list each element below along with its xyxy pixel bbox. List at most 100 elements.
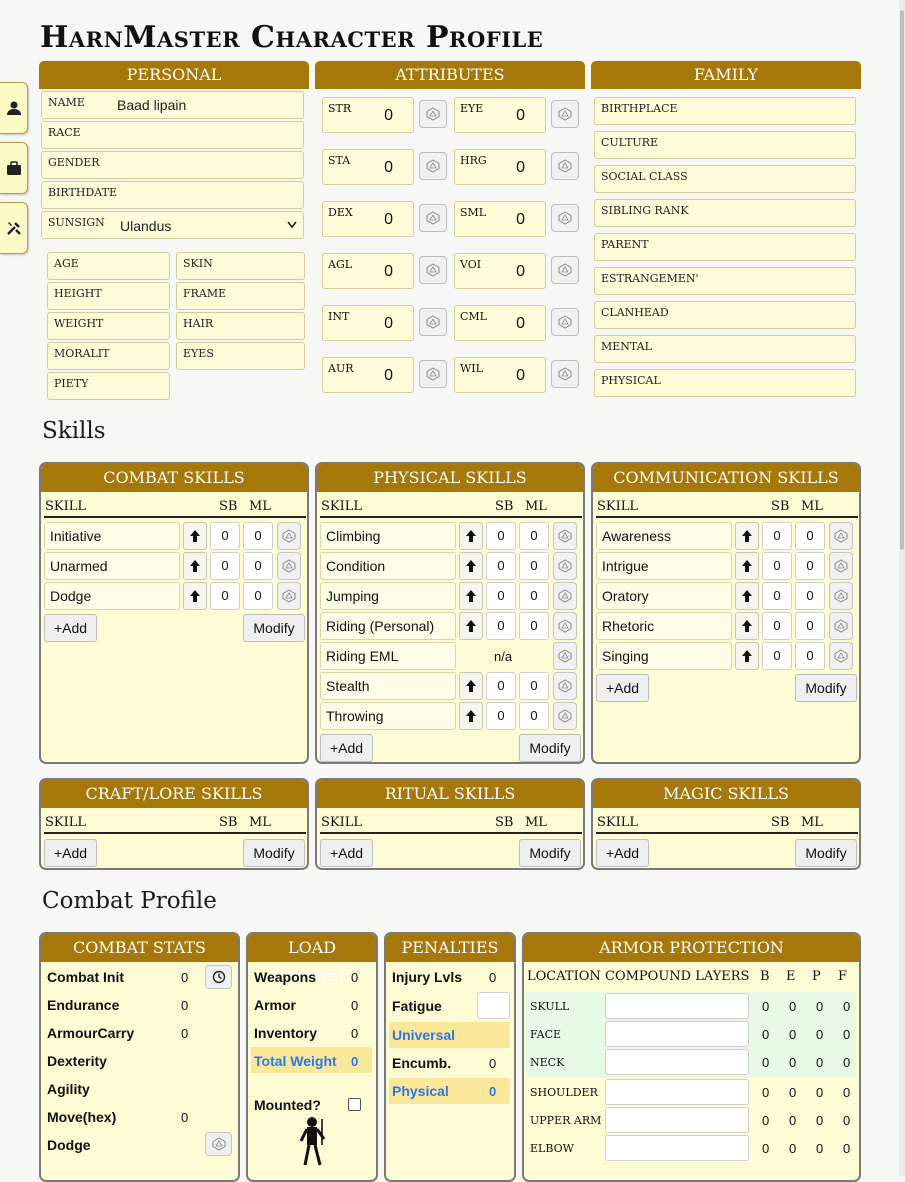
- skill-name[interactable]: Rhetoric: [596, 612, 732, 640]
- skill-ml[interactable]: 0: [519, 612, 549, 640]
- skill-ml[interactable]: 0: [795, 522, 825, 550]
- roll-aur-button[interactable]: [419, 360, 447, 388]
- skill-sb[interactable]: 0: [762, 522, 792, 550]
- roll-skill-button[interactable]: [829, 582, 853, 610]
- improve-skill-button[interactable]: [735, 612, 759, 640]
- morality-field[interactable]: MORALIT: [47, 342, 170, 370]
- armor-layers-input[interactable]: [605, 1021, 749, 1047]
- skill-ml[interactable]: 0: [795, 552, 825, 580]
- add-skill-button[interactable]: +Add: [596, 839, 649, 867]
- improve-skill-button[interactable]: [459, 702, 483, 730]
- skill-name[interactable]: Stealth: [320, 672, 456, 700]
- improve-skill-button[interactable]: [735, 582, 759, 610]
- side-tab-character[interactable]: [0, 82, 28, 134]
- sunsign-select[interactable]: SUNSIGN Ulandus: [41, 211, 304, 239]
- skill-name[interactable]: Oratory: [596, 582, 732, 610]
- fatigue-input[interactable]: [477, 992, 510, 1019]
- skill-sb[interactable]: 0: [486, 522, 516, 550]
- armor-layers-input[interactable]: [605, 1107, 749, 1133]
- attribute-int[interactable]: INT 0: [322, 305, 414, 341]
- armor-layers-input[interactable]: [605, 1049, 749, 1075]
- armor-layers-input[interactable]: [605, 1135, 749, 1161]
- family-field-5[interactable]: ESTRANGEMEN': [594, 267, 856, 295]
- skill-sb[interactable]: 0: [210, 582, 240, 610]
- roll-skill-button[interactable]: [553, 552, 577, 580]
- skill-name[interactable]: Unarmed: [44, 552, 180, 580]
- roll-skill-button[interactable]: [829, 552, 853, 580]
- family-field-2[interactable]: SOCIAL CLASS: [594, 165, 856, 193]
- skill-name[interactable]: Climbing: [320, 522, 456, 550]
- modify-skill-button[interactable]: Modify: [243, 614, 305, 642]
- skill-sb[interactable]: 0: [486, 672, 516, 700]
- attribute-hrg[interactable]: HRG 0: [454, 149, 546, 185]
- roll-skill-button[interactable]: [553, 672, 577, 700]
- skill-name[interactable]: Riding EML: [320, 642, 456, 670]
- modify-skill-button[interactable]: Modify: [243, 839, 305, 867]
- roll-skill-button[interactable]: [277, 582, 301, 610]
- skill-ml[interactable]: 0: [519, 672, 549, 700]
- modify-skill-button[interactable]: Modify: [519, 839, 581, 867]
- family-field-3[interactable]: SIBLING RANK: [594, 199, 856, 227]
- gender-field[interactable]: GENDER: [41, 151, 304, 179]
- roll-wil-button[interactable]: [551, 360, 579, 388]
- skill-ml[interactable]: 0: [519, 552, 549, 580]
- add-skill-button[interactable]: +Add: [44, 839, 97, 867]
- scrollbar-thumb[interactable]: [900, 10, 904, 550]
- skill-ml[interactable]: 0: [519, 522, 549, 550]
- combat-init-roll-button[interactable]: [205, 965, 232, 989]
- improve-skill-button[interactable]: [459, 612, 483, 640]
- roll-skill-button[interactable]: [553, 522, 577, 550]
- roll-skill-button[interactable]: [829, 642, 853, 670]
- skill-ml[interactable]: 0: [243, 552, 273, 580]
- mounted-checkbox[interactable]: [348, 1098, 361, 1111]
- skill-sb[interactable]: 0: [486, 582, 516, 610]
- armor-layers-input[interactable]: [605, 993, 749, 1019]
- attribute-eye[interactable]: EYE 0: [454, 97, 546, 133]
- skill-ml[interactable]: 0: [243, 522, 273, 550]
- skill-name[interactable]: Condition: [320, 552, 456, 580]
- skill-ml[interactable]: 0: [795, 582, 825, 610]
- skill-name[interactable]: Awareness: [596, 522, 732, 550]
- roll-sta-button[interactable]: [419, 152, 447, 180]
- skill-sb[interactable]: 0: [210, 552, 240, 580]
- roll-int-button[interactable]: [419, 308, 447, 336]
- skill-ml[interactable]: 0: [519, 702, 549, 730]
- attribute-dex[interactable]: DEX 0: [322, 201, 414, 237]
- skill-name[interactable]: Dodge: [44, 582, 180, 610]
- side-tab-inventory[interactable]: [0, 142, 28, 194]
- skill-ml[interactable]: 0: [519, 582, 549, 610]
- side-tab-tools[interactable]: [0, 202, 28, 254]
- family-field-6[interactable]: CLANHEAD: [594, 301, 856, 329]
- roll-eye-button[interactable]: [551, 100, 579, 128]
- page-scrollbar[interactable]: [899, 0, 905, 1176]
- improve-skill-button[interactable]: [183, 522, 207, 550]
- skill-name[interactable]: Throwing: [320, 702, 456, 730]
- skill-sb[interactable]: 0: [762, 612, 792, 640]
- improve-skill-button[interactable]: [459, 552, 483, 580]
- improve-skill-button[interactable]: [735, 552, 759, 580]
- attribute-wil[interactable]: WIL 0: [454, 357, 546, 393]
- height-field[interactable]: HEIGHT: [47, 282, 170, 310]
- roll-dex-button[interactable]: [419, 204, 447, 232]
- frame-field[interactable]: FRAME: [176, 282, 305, 310]
- roll-skill-button[interactable]: [553, 702, 577, 730]
- name-field[interactable]: NAME Baad lipain: [41, 91, 304, 119]
- skill-sb[interactable]: 0: [210, 522, 240, 550]
- eyes-field[interactable]: EYES: [176, 342, 305, 370]
- skill-sb[interactable]: 0: [486, 702, 516, 730]
- roll-skill-button[interactable]: [553, 642, 577, 670]
- skill-name[interactable]: Initiative: [44, 522, 180, 550]
- attribute-aur[interactable]: AUR 0: [322, 357, 414, 393]
- skill-name[interactable]: Intrigue: [596, 552, 732, 580]
- family-field-0[interactable]: BIRTHPLACE: [594, 97, 856, 125]
- skill-name[interactable]: Singing: [596, 642, 732, 670]
- attribute-agl[interactable]: AGL 0: [322, 253, 414, 289]
- age-field[interactable]: AGE: [47, 252, 170, 280]
- skill-name[interactable]: Jumping: [320, 582, 456, 610]
- attribute-voi[interactable]: VOI 0: [454, 253, 546, 289]
- roll-skill-button[interactable]: [277, 522, 301, 550]
- roll-skill-button[interactable]: [277, 552, 301, 580]
- attribute-sta[interactable]: STA 0: [322, 149, 414, 185]
- roll-voi-button[interactable]: [551, 256, 579, 284]
- attribute-cml[interactable]: CML 0: [454, 305, 546, 341]
